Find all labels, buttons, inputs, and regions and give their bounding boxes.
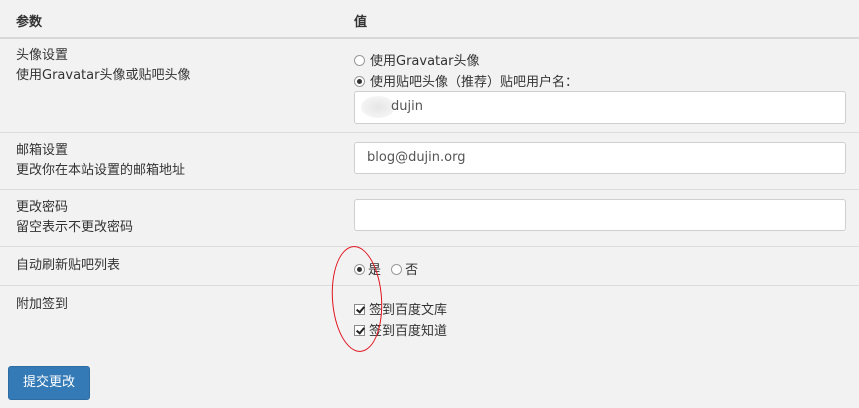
submit-button[interactable]: 提交更改 — [8, 366, 90, 400]
autorefresh-yes-label: 是 — [368, 263, 382, 278]
tieba-option-label: 使用贴吧头像（推荐）贴吧用户名： — [370, 75, 579, 90]
tieba-option[interactable]: 使用贴吧头像（推荐）贴吧用户名： — [354, 71, 578, 90]
zhidao-label: 签到百度知道 — [369, 324, 448, 339]
password-input[interactable] — [354, 199, 846, 231]
tieba-username-input[interactable]: dujin — [354, 91, 846, 124]
autorefresh-options: 是 否 — [354, 259, 418, 278]
autorefresh-yes-option[interactable]: 是 — [354, 263, 381, 278]
table-header: 参数 值 — [0, 0, 859, 39]
gravatar-option-label: 使用Gravatar头像 — [370, 54, 480, 69]
email-title: 邮箱设置 — [16, 143, 69, 158]
avatar-row: 头像设置 使用Gravatar头像或贴吧头像 使用Gravatar头像 使用贴吧… — [0, 39, 859, 131]
zhidao-option[interactable]: 签到百度知道 — [354, 320, 447, 339]
signin-row: 附加签到 签到百度文库 签到百度知道 — [0, 285, 859, 346]
email-row: 邮箱设置 更改你在本站设置的邮箱地址 blog@dujin.org — [0, 132, 859, 189]
password-row: 更改密码 留空表示不更改密码 — [0, 189, 859, 246]
autorefresh-no-radio[interactable] — [391, 264, 403, 275]
gravatar-radio[interactable] — [354, 55, 365, 66]
gravatar-option[interactable]: 使用Gravatar头像 — [354, 50, 479, 69]
email-desc: 更改你在本站设置的邮箱地址 — [16, 163, 186, 178]
autorefresh-no-label: 否 — [405, 263, 419, 278]
wenku-checkbox[interactable] — [354, 304, 365, 315]
header-param: 参数 — [16, 15, 43, 30]
header-value: 值 — [354, 15, 368, 30]
autorefresh-row: 自动刷新贴吧列表 是 否 — [0, 246, 859, 285]
blurred-redaction — [361, 95, 395, 118]
wenku-option[interactable]: 签到百度文库 — [354, 299, 447, 318]
signin-title: 附加签到 — [16, 297, 69, 312]
autorefresh-title: 自动刷新贴吧列表 — [16, 258, 121, 273]
email-input[interactable]: blog@dujin.org — [354, 142, 846, 174]
tieba-username-value: dujin — [391, 99, 423, 114]
avatar-title: 头像设置 — [16, 48, 69, 63]
tieba-radio[interactable] — [354, 76, 365, 87]
password-title: 更改密码 — [16, 200, 69, 215]
autorefresh-no-option[interactable]: 否 — [391, 263, 418, 278]
avatar-desc: 使用Gravatar头像或贴吧头像 — [16, 68, 191, 83]
password-desc: 留空表示不更改密码 — [16, 220, 134, 235]
zhidao-checkbox[interactable] — [354, 325, 365, 336]
autorefresh-yes-radio[interactable] — [354, 264, 365, 275]
wenku-label: 签到百度文库 — [369, 303, 448, 318]
